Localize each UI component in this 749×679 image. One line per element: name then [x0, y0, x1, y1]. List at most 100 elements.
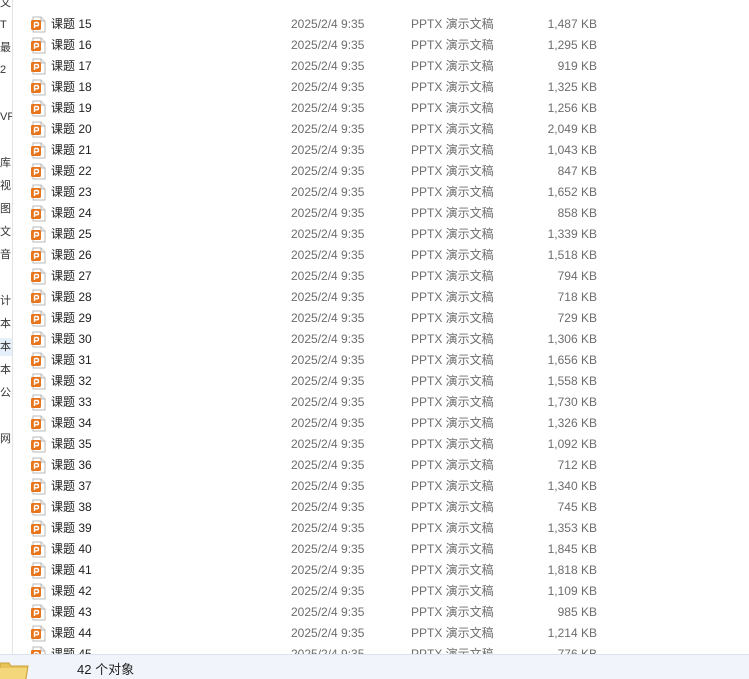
file-type: PPTX 演示文稿	[411, 80, 494, 94]
pptx-file-icon	[30, 625, 47, 642]
file-row[interactable]: 课题 27 2025/2/4 9:35 PPTX 演示文稿 794 KB	[13, 266, 603, 287]
file-row[interactable]: 课题 31 2025/2/4 9:35 PPTX 演示文稿 1,656 KB	[13, 350, 603, 371]
file-row[interactable]: 课题 37 2025/2/4 9:35 PPTX 演示文稿 1,340 KB	[13, 476, 603, 497]
nav-item[interactable]: 音	[0, 246, 12, 264]
file-date: 2025/2/4 9:35	[291, 290, 365, 304]
pptx-file-icon	[30, 583, 47, 600]
file-row[interactable]: 课题 42 2025/2/4 9:35 PPTX 演示文稿 1,109 KB	[13, 581, 603, 602]
nav-item[interactable]: 库	[0, 154, 12, 172]
file-size: 794 KB	[557, 269, 597, 283]
file-row[interactable]: 课题 28 2025/2/4 9:35 PPTX 演示文稿 718 KB	[13, 287, 603, 308]
nav-item[interactable]: 文	[0, 0, 12, 12]
nav-item[interactable]: 最	[0, 39, 12, 57]
file-name: 课题 38	[51, 500, 92, 514]
file-size: 1,487 KB	[547, 17, 597, 31]
file-name: 课题 34	[51, 416, 92, 430]
file-type: PPTX 演示文稿	[411, 248, 494, 262]
file-row[interactable]: 课题 25 2025/2/4 9:35 PPTX 演示文稿 1,339 KB	[13, 224, 603, 245]
pptx-file-icon	[30, 310, 47, 327]
file-row[interactable]: 课题 20 2025/2/4 9:35 PPTX 演示文稿 2,049 KB	[13, 119, 603, 140]
file-row[interactable]: 课题 34 2025/2/4 9:35 PPTX 演示文稿 1,326 KB	[13, 413, 603, 434]
navigation-pane[interactable]: 文 T 最 2 VF 库视图文音计本本本公网	[0, 0, 13, 654]
nav-item[interactable]: 文	[0, 223, 12, 241]
file-row[interactable]: 课题 21 2025/2/4 9:35 PPTX 演示文稿 1,043 KB	[13, 140, 603, 161]
nav-item[interactable]: 网	[0, 430, 12, 448]
file-type: PPTX 演示文稿	[411, 101, 494, 115]
file-name: 课题 22	[51, 164, 92, 178]
file-row[interactable]: 课题 22 2025/2/4 9:35 PPTX 演示文稿 847 KB	[13, 161, 603, 182]
file-row[interactable]: 课题 43 2025/2/4 9:35 PPTX 演示文稿 985 KB	[13, 602, 603, 623]
file-date: 2025/2/4 9:35	[291, 584, 365, 598]
file-size: 745 KB	[557, 500, 597, 514]
file-type: PPTX 演示文稿	[411, 584, 494, 598]
file-type: PPTX 演示文稿	[411, 143, 494, 157]
file-row[interactable]: 课题 23 2025/2/4 9:35 PPTX 演示文稿 1,652 KB	[13, 182, 603, 203]
file-date: 2025/2/4 9:35	[291, 269, 365, 283]
nav-item[interactable]: 本	[0, 361, 12, 379]
nav-item[interactable]: 本	[0, 315, 12, 333]
file-row[interactable]: 课题 39 2025/2/4 9:35 PPTX 演示文稿 1,353 KB	[13, 518, 603, 539]
nav-item[interactable]: 视	[0, 177, 12, 195]
file-type: PPTX 演示文稿	[411, 17, 494, 31]
file-name: 课题 23	[51, 185, 92, 199]
file-size: 1,845 KB	[547, 542, 597, 556]
file-name: 课题 41	[51, 563, 92, 577]
nav-item[interactable]: 图	[0, 200, 12, 218]
pptx-file-icon	[30, 646, 47, 654]
file-type: PPTX 演示文稿	[411, 458, 494, 472]
file-size: 1,306 KB	[547, 332, 597, 346]
file-size: 1,652 KB	[547, 185, 597, 199]
file-date: 2025/2/4 9:35	[291, 479, 365, 493]
file-size: 1,818 KB	[547, 563, 597, 577]
nav-item[interactable]: 公	[0, 384, 12, 402]
file-row[interactable]: 课题 35 2025/2/4 9:35 PPTX 演示文稿 1,092 KB	[13, 434, 603, 455]
nav-item[interactable]: 计	[0, 292, 12, 310]
file-row[interactable]: 课题 24 2025/2/4 9:35 PPTX 演示文稿 858 KB	[13, 203, 603, 224]
file-row[interactable]: 课题 30 2025/2/4 9:35 PPTX 演示文稿 1,306 KB	[13, 329, 603, 350]
file-type: PPTX 演示文稿	[411, 185, 494, 199]
file-row[interactable]: 课题 18 2025/2/4 9:35 PPTX 演示文稿 1,325 KB	[13, 77, 603, 98]
file-row[interactable]: 课题 41 2025/2/4 9:35 PPTX 演示文稿 1,818 KB	[13, 560, 603, 581]
nav-item[interactable]: 本	[0, 338, 12, 356]
file-type: PPTX 演示文稿	[411, 647, 494, 654]
pptx-file-icon	[30, 100, 47, 117]
nav-item[interactable]: 2	[0, 61, 12, 79]
pptx-file-icon	[30, 604, 47, 621]
file-size: 985 KB	[557, 605, 597, 619]
file-row[interactable]: 课题 36 2025/2/4 9:35 PPTX 演示文稿 712 KB	[13, 455, 603, 476]
file-date: 2025/2/4 9:35	[291, 374, 365, 388]
file-type: PPTX 演示文稿	[411, 437, 494, 451]
file-type: PPTX 演示文稿	[411, 290, 494, 304]
file-row[interactable]: 课题 40 2025/2/4 9:35 PPTX 演示文稿 1,845 KB	[13, 539, 603, 560]
file-date: 2025/2/4 9:35	[291, 458, 365, 472]
nav-item[interactable]: VF	[0, 108, 12, 126]
file-row[interactable]: 课题 26 2025/2/4 9:35 PPTX 演示文稿 1,518 KB	[13, 245, 603, 266]
file-row[interactable]: 课题 15 2025/2/4 9:35 PPTX 演示文稿 1,487 KB	[13, 14, 603, 35]
file-type: PPTX 演示文稿	[411, 500, 494, 514]
file-name: 课题 19	[51, 101, 92, 115]
pptx-file-icon	[30, 562, 47, 579]
file-list[interactable]: 课题 15 2025/2/4 9:35 PPTX 演示文稿 1,487 KB 课题 16…	[13, 0, 749, 654]
file-row[interactable]: 课题 44 2025/2/4 9:35 PPTX 演示文稿 1,214 KB	[13, 623, 603, 644]
file-row[interactable]: 课题 33 2025/2/4 9:35 PPTX 演示文稿 1,730 KB	[13, 392, 603, 413]
file-row[interactable]: 课题 29 2025/2/4 9:35 PPTX 演示文稿 729 KB	[13, 308, 603, 329]
file-type: PPTX 演示文稿	[411, 416, 494, 430]
file-row[interactable]: 课题 38 2025/2/4 9:35 PPTX 演示文稿 745 KB	[13, 497, 603, 518]
file-row[interactable]: 课题 32 2025/2/4 9:35 PPTX 演示文稿 1,558 KB	[13, 371, 603, 392]
pptx-file-icon	[30, 142, 47, 159]
pptx-file-icon	[30, 79, 47, 96]
file-type: PPTX 演示文稿	[411, 353, 494, 367]
pptx-file-icon	[30, 289, 47, 306]
file-size: 1,043 KB	[547, 143, 597, 157]
file-row[interactable]: 课题 45 2025/2/4 9:35 PPTX 演示文稿 776 KB	[13, 644, 603, 654]
file-name: 课题 37	[51, 479, 92, 493]
file-row[interactable]: 课题 17 2025/2/4 9:35 PPTX 演示文稿 919 KB	[13, 56, 603, 77]
file-name: 课题 18	[51, 80, 92, 94]
file-date: 2025/2/4 9:35	[291, 311, 365, 325]
nav-item[interactable]: T	[0, 16, 12, 34]
file-row[interactable]: 课题 19 2025/2/4 9:35 PPTX 演示文稿 1,256 KB	[13, 98, 603, 119]
file-date: 2025/2/4 9:35	[291, 332, 365, 346]
pptx-file-icon	[30, 436, 47, 453]
file-row[interactable]: 课题 16 2025/2/4 9:35 PPTX 演示文稿 1,295 KB	[13, 35, 603, 56]
file-type: PPTX 演示文稿	[411, 227, 494, 241]
